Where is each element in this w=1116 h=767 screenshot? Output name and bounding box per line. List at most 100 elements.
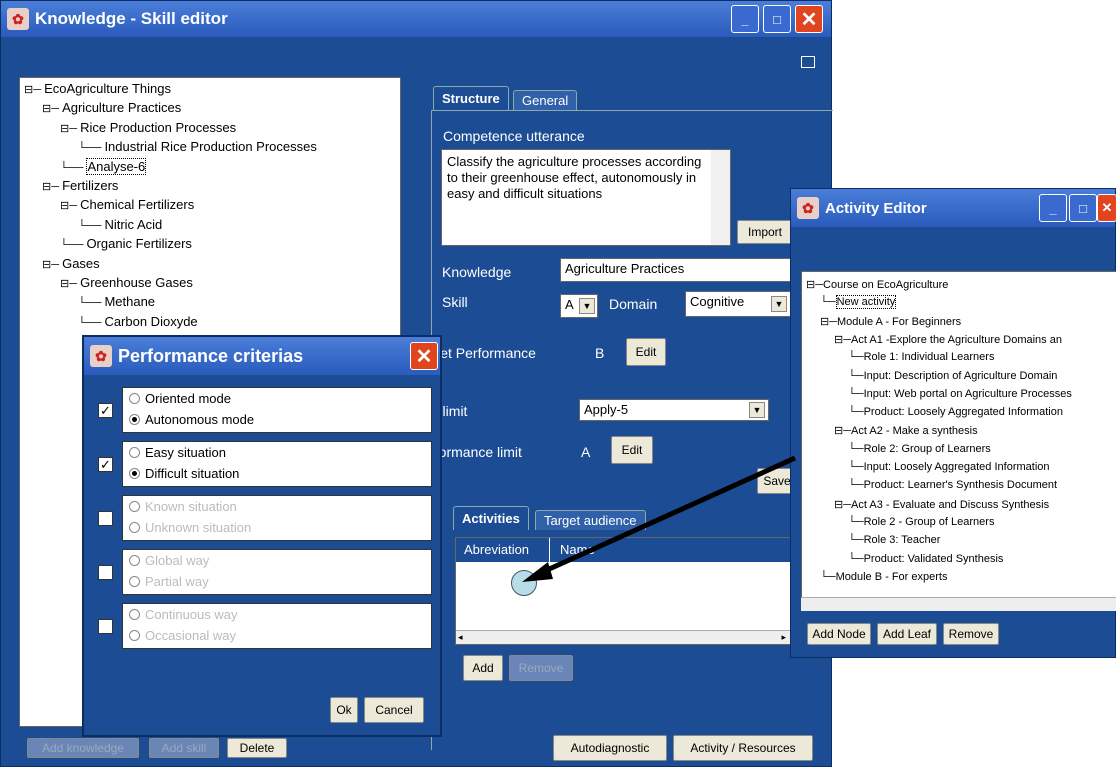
tree-node[interactable]: └── Methane [78,294,155,309]
tree-node[interactable]: ⊟─Module A - For Beginners [820,315,961,328]
target-performance-edit-button[interactable]: Edit [626,338,666,366]
tree-node[interactable]: └─Role 3: Teacher [848,534,940,546]
criteria-radio[interactable]: Autonomous mode [129,412,254,427]
collapse-icon[interactable]: ⊟─ [42,259,62,271]
minimize-button[interactable]: _ [731,5,759,33]
add-activity-button[interactable]: Add [463,655,503,681]
tree-node[interactable]: └─Input: Description of Agriculture Doma… [848,370,1057,382]
tree-node[interactable]: └─Role 2: Group of Learners [848,443,991,455]
tree-node[interactable]: ⊟─Act A2 - Make a synthesis [834,424,978,437]
collapse-icon[interactable]: ⊟─ [60,200,80,212]
activity-tree[interactable]: ⊟─Course on EcoAgriculture └─New activity… [801,271,1116,611]
scrollbar-horizontal[interactable]: ◂ ▸ [456,630,790,644]
collapse-icon[interactable]: ⊟─ [42,103,62,115]
criteria-checkbox[interactable]: ✓ [98,457,113,472]
tree-node[interactable]: ⊟─ Agriculture Practices [42,100,181,115]
tree-node[interactable]: └─Input: Loosely Aggregated Information [848,461,1050,473]
criteria-checkbox[interactable] [98,619,113,634]
collapse-icon[interactable]: ⊟─ [820,316,837,328]
criteria-checkbox[interactable] [98,511,113,526]
collapse-icon[interactable]: ⊟─ [60,278,80,290]
scroll-right-icon[interactable]: ▸ [781,632,786,643]
cancel-button[interactable]: Cancel [364,697,424,723]
close-button[interactable]: ✕ [795,5,823,33]
delete-button[interactable]: Delete [227,738,287,758]
skill-limit-select[interactable]: Apply-5 [579,399,769,421]
collapse-icon[interactable]: ⊟─ [24,84,44,96]
tree-node[interactable]: └─Role 2 - Group of Learners [848,516,994,528]
column-header-name[interactable]: Name [552,538,632,563]
tree-node[interactable]: ⊟─ Gases [42,256,100,271]
criteria-checkbox[interactable] [98,565,113,580]
collapse-icon[interactable]: ⊟─ [60,123,80,135]
criteria-radio[interactable]: Difficult situation [129,466,239,481]
tree-node[interactable]: ⊟─ Chemical Fertilizers [60,197,194,212]
chevron-down-icon[interactable]: ▼ [749,402,765,418]
tab-structure[interactable]: Structure [433,86,509,110]
dialog-titlebar[interactable]: ✿ Performance criterias [84,337,440,375]
add-leaf-button[interactable]: Add Leaf [877,623,937,645]
activities-table[interactable]: Abreviation Name ◂ ▸ [455,537,791,645]
tree-node[interactable]: └─Role 1: Individual Learners [848,351,994,363]
criteria-radio[interactable]: Oriented mode [129,391,231,406]
collapse-icon[interactable]: ⊟─ [834,334,851,346]
tree-node[interactable]: └─Input: Web portal on Agriculture Proce… [848,388,1072,400]
tree-node-label: Methane [104,294,156,310]
tab-activities[interactable]: Activities [453,506,529,530]
tab-general[interactable]: General [513,90,578,110]
tree-node-label: Role 2: Group of Learners [863,442,991,455]
import-button[interactable]: Import [737,220,793,244]
scroll-left-icon[interactable]: ◂ [458,632,463,643]
tree-node[interactable]: ⊟─ Fertilizers [42,178,118,193]
maximize-button[interactable]: □ [763,5,791,33]
criteria-radio: Continuous way [129,607,238,622]
collapse-icon[interactable] [801,56,815,68]
chevron-down-icon[interactable]: ▼ [579,298,595,314]
criteria-checkbox[interactable]: ✓ [98,403,113,418]
chevron-down-icon[interactable]: ▼ [771,296,787,312]
collapse-icon[interactable]: ⊟─ [806,279,823,291]
tree-node[interactable]: └── Industrial Rice Production Processes [78,139,317,154]
skill-editor-titlebar[interactable]: ✿ Knowledge - Skill editor [1,1,831,37]
activity-resources-button[interactable]: Activity / Resources [673,735,813,761]
tree-node[interactable]: ⊟─ EcoAgriculture Things [24,81,171,96]
tree-node[interactable]: └─Product: Loosely Aggregated Informatio… [848,406,1063,418]
tree-node[interactable]: ⊟─Act A1 -Explore the Agriculture Domain… [834,333,1062,346]
column-header-abreviation[interactable]: Abreviation [456,538,550,563]
tree-node[interactable]: ⊟─Course on EcoAgriculture [806,278,948,291]
tree-node[interactable]: ⊟─ Rice Production Processes [60,120,236,135]
criteria-radio[interactable]: Easy situation [129,445,226,460]
tab-target-audience[interactable]: Target audience [535,510,646,530]
tree-node[interactable]: └── Organic Fertilizers [60,236,192,251]
tree-node[interactable]: └── Carbon Dioxyde [78,314,198,329]
collapse-icon[interactable]: ⊟─ [42,181,62,193]
ok-button[interactable]: Ok [330,697,358,723]
autodiagnostic-button[interactable]: Autodiagnostic [553,735,667,761]
competence-textarea[interactable]: Classify the agriculture processes accor… [441,149,731,246]
close-button[interactable]: ✕ [410,342,438,370]
maximize-button[interactable]: □ [1069,194,1097,222]
scrollbar-horizontal[interactable] [801,597,1116,611]
tree-node[interactable]: └─Product: Validated Synthesis [848,553,1003,565]
skill-label: Skill [442,294,468,310]
tree-node-selected[interactable]: └─New activity [820,295,897,310]
tree-leaf-icon: └─ [848,552,864,565]
tree-node-label: EcoAgriculture Things [44,81,172,96]
tree-node[interactable]: └─Product: Learner's Synthesis Document [848,479,1057,491]
tree-node[interactable]: └── Nitric Acid [78,217,162,232]
textarea-scrollbar[interactable] [711,150,730,245]
collapse-icon[interactable]: ⊟─ [834,425,851,437]
tree-node-selected[interactable]: └── Analyse-6 [60,157,147,175]
tree-node[interactable]: ⊟─ Greenhouse Gases [60,275,193,290]
knowledge-field[interactable]: Agriculture Practices [560,258,792,282]
tree-node-label: New activity [835,295,897,310]
minimize-button[interactable]: _ [1039,194,1067,222]
tree-node[interactable]: ⊟─Act A3 - Evaluate and Discuss Synthesi… [834,498,1049,511]
tree-node[interactable]: └─Module B - For experts [820,571,947,583]
remove-activity-button: Remove [509,655,573,681]
add-node-button[interactable]: Add Node [807,623,871,645]
close-button[interactable]: ✕ [1097,194,1116,222]
collapse-icon[interactable]: ⊟─ [834,499,851,511]
remove-button[interactable]: Remove [943,623,999,645]
performance-limit-edit-button[interactable]: Edit [611,436,653,464]
